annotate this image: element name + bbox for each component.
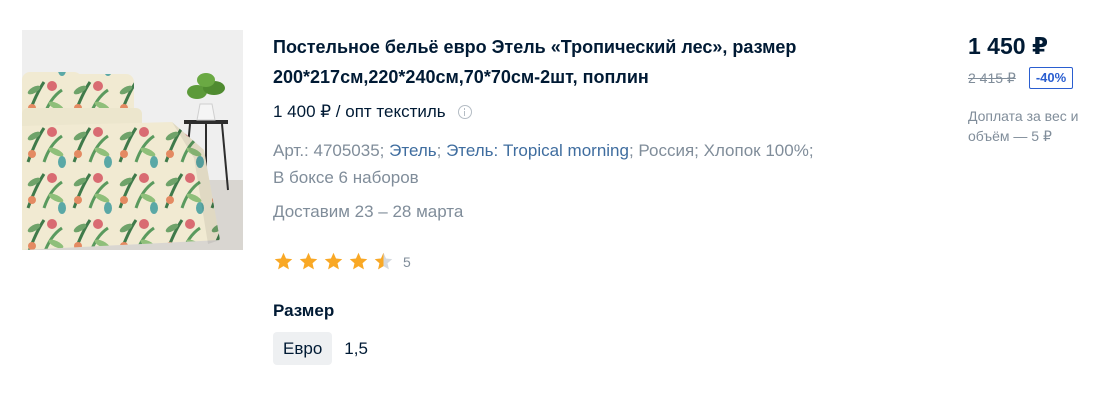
attr-separator: ; [436, 141, 447, 160]
old-price: 2 415 ₽ [968, 69, 1016, 86]
product-card: Постельное бельё евро Этель «Тропический… [0, 0, 1101, 401]
brand-link[interactable]: Этель [389, 141, 436, 160]
discount-badge: -40% [1028, 67, 1074, 89]
star-icon [349, 252, 368, 270]
rating[interactable]: 5 [273, 251, 411, 272]
size-option-euro[interactable]: Евро [273, 332, 333, 365]
attr-rest: ; Россия; Хлопок 100%; [628, 141, 814, 160]
surcharge-note: Доплата за вес и объём — 5 ₽ [968, 108, 1079, 144]
product-title[interactable]: Постельное бельё евро Этель «Тропический… [273, 32, 893, 92]
box-info: В боксе 6 наборов [273, 168, 419, 187]
size-label: Размер [273, 301, 335, 320]
rating-count: 5 [403, 253, 411, 270]
star-icon [324, 252, 343, 270]
product-photo [22, 30, 243, 250]
size-options: Евро 1,5 [273, 332, 368, 365]
current-price: 1 450 ₽ [968, 33, 1048, 59]
collection-link[interactable]: Этель: Tropical morning [446, 141, 629, 160]
star-icon [274, 252, 293, 270]
star-half-icon [374, 252, 393, 270]
wholesale-price: 1 400 ₽ / опт текстиль [273, 102, 446, 121]
star-icon [299, 252, 318, 270]
delivery-info: Доставим 23 – 28 марта [273, 202, 464, 221]
wholesale-price-row: 1 400 ₽ / опт текстиль [273, 102, 472, 122]
article-text: Арт.: 4705035; [273, 141, 390, 160]
product-attributes: Арт.: 4705035; Этель; Этель: Tropical mo… [273, 137, 873, 191]
old-price-row: 2 415 ₽ -40% [968, 67, 1074, 89]
size-option-1-5[interactable]: 1,5 [344, 332, 368, 365]
product-image[interactable] [22, 30, 243, 250]
info-icon[interactable] [457, 105, 472, 119]
